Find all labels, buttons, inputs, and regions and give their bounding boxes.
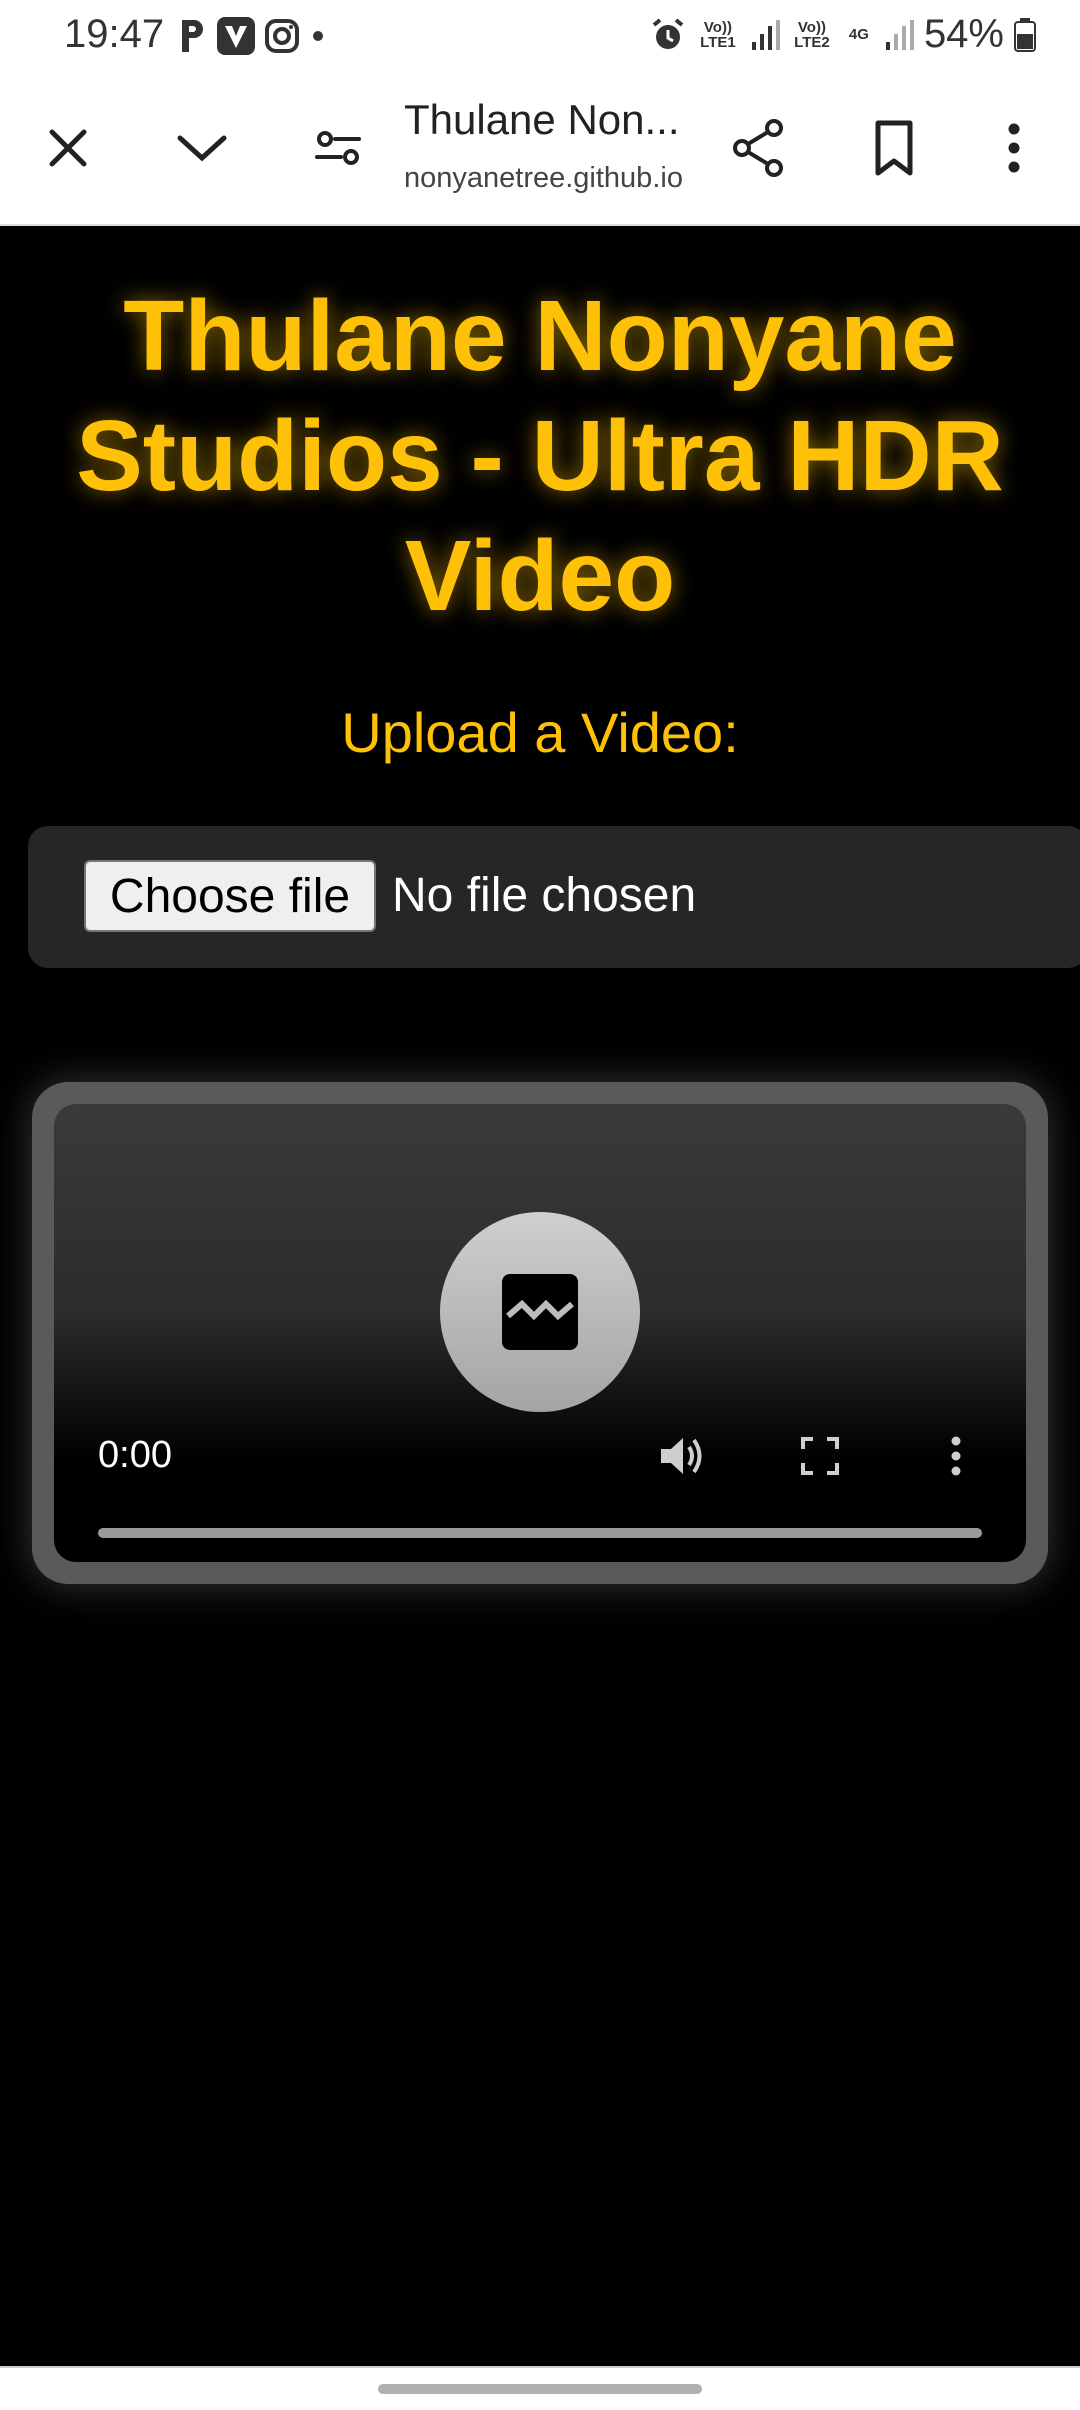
home-gesture-handle[interactable] (378, 2384, 702, 2394)
status-right: Vo)) LTE1 Vo)) LTE2 4G 54% (650, 12, 1036, 57)
system-navigation-bar (0, 2366, 1080, 2410)
page-title: Thulane Nonyane Studios - Ultra HDR Vide… (76, 280, 1004, 632)
battery-icon (1014, 17, 1036, 52)
more-vert-icon (1008, 123, 1020, 173)
tune-icon (315, 131, 361, 165)
bookmark-icon (875, 120, 913, 176)
video-surface[interactable]: 0:00 (54, 1104, 1026, 1562)
chevron-down-icon (177, 135, 227, 162)
video-time: 0:00 (98, 1434, 172, 1476)
alarm-icon (652, 17, 684, 49)
bookmark-button[interactable] (854, 108, 934, 188)
status-bar: 19:47 Vo)) LTE1 Vo)) LTE2 4G 54% (0, 0, 1080, 72)
choose-file-button[interactable]: Choose file (84, 860, 376, 932)
volume-icon (661, 1438, 702, 1474)
share-icon (733, 119, 783, 177)
signal-2-icon (885, 19, 914, 50)
mute-button[interactable] (652, 1426, 712, 1486)
video-error-indicator (440, 1212, 640, 1412)
close-icon (49, 129, 87, 167)
more-vert-icon (951, 1436, 961, 1476)
browser-toolbar: Thulane Non... nonyanetree.github.io (0, 72, 1080, 226)
network-type-label: 4G (848, 26, 869, 43)
more-options-button[interactable] (974, 108, 1054, 188)
signal-1-icon (751, 19, 780, 50)
close-tab-button[interactable] (28, 108, 108, 188)
status-app-icons (178, 16, 328, 56)
site-settings-button[interactable] (298, 108, 378, 188)
minimize-button[interactable] (162, 108, 242, 188)
fullscreen-icon (801, 1437, 839, 1475)
web-page: Thulane Nonyane Studios - Ultra HDR Vide… (0, 226, 1080, 2366)
broken-image-icon (502, 1274, 578, 1350)
fullscreen-button[interactable] (790, 1426, 850, 1486)
upload-label: Upload a Video: (341, 701, 739, 764)
status-time: 19:47 (64, 12, 165, 56)
battery-percent: 54% (923, 12, 1004, 56)
file-status-text: No file chosen (392, 869, 697, 922)
video-player: 0:00 (32, 1082, 1048, 1584)
v-app-icon (217, 17, 255, 55)
share-button[interactable] (718, 108, 798, 188)
tab-url[interactable]: nonyanetree.github.io (404, 162, 683, 195)
video-more-button[interactable] (926, 1426, 986, 1486)
tab-title[interactable]: Thulane Non... (404, 96, 694, 144)
file-upload-box: Choose file No file chosen (28, 826, 1080, 968)
network-1-label: Vo)) LTE1 (700, 18, 736, 51)
instagram-icon (265, 19, 299, 53)
p-app-icon (182, 20, 203, 52)
video-progress-bar[interactable] (98, 1528, 982, 1538)
notification-dot-icon (313, 31, 323, 41)
network-2-label: Vo)) LTE2 (794, 18, 830, 51)
